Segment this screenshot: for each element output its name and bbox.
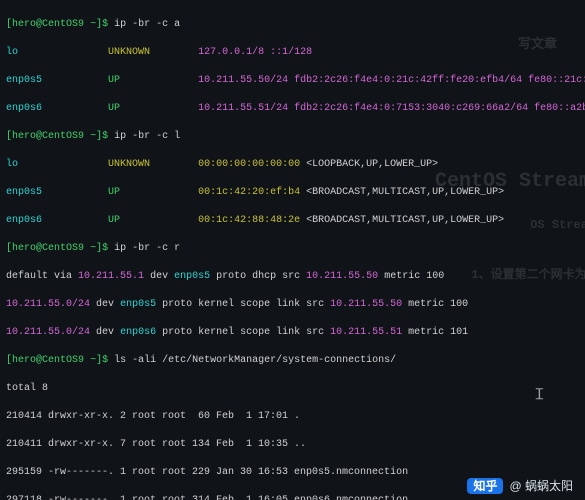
zhihu-logo-icon: 知乎 <box>467 478 503 494</box>
ipl-e5: enp0s5 UP 00:1c:42:20:ef:b4 <BROADCAST,M… <box>6 186 579 200</box>
ipa-lo: lo UNKNOWN 127.0.0.1/8 ::1/128 <box>6 46 579 60</box>
ls-r4: 297118 -rw-------. 1 root root 314 Feb 1… <box>6 494 579 500</box>
ls-total: total 8 <box>6 382 579 396</box>
ipr-2: 10.211.55.0/24 dev enp0s5 proto kernel s… <box>6 298 579 312</box>
ipl-e6: enp0s6 UP 00:1c:42:88:48:2e <BROADCAST,M… <box>6 214 579 228</box>
ipr-3: 10.211.55.0/24 dev enp0s6 proto kernel s… <box>6 326 579 340</box>
terminal[interactable]: [hero@CentOS9 ~]$ ip -br -c a lo UNKNOWN… <box>0 0 585 500</box>
ipa-e6: enp0s6 UP 10.211.55.51/24 fdb2:2c26:f4e4… <box>6 102 579 116</box>
line-cmd2: [hero@CentOS9 ~]$ ip -br -c l <box>6 130 579 144</box>
line-cmd4: [hero@CentOS9 ~]$ ls -ali /etc/NetworkMa… <box>6 354 579 368</box>
ipl-lo: lo UNKNOWN 00:00:00:00:00:00 <LOOPBACK,U… <box>6 158 579 172</box>
line-cmd1: [hero@CentOS9 ~]$ ip -br -c a <box>6 18 579 32</box>
ipa-e5: enp0s5 UP 10.211.55.50/24 fdb2:2c26:f4e4… <box>6 74 579 88</box>
ipr-1: default via 10.211.55.1 dev enp0s5 proto… <box>6 270 579 284</box>
watermark: 知乎@ 蜗蜗太阳 <box>467 478 573 494</box>
ls-r2: 210411 drwxr-xr-x. 7 root root 134 Feb 1… <box>6 438 579 452</box>
line-cmd3: [hero@CentOS9 ~]$ ip -br -c r <box>6 242 579 256</box>
ls-r1: 210414 drwxr-xr-x. 2 root root 60 Feb 1 … <box>6 410 579 424</box>
